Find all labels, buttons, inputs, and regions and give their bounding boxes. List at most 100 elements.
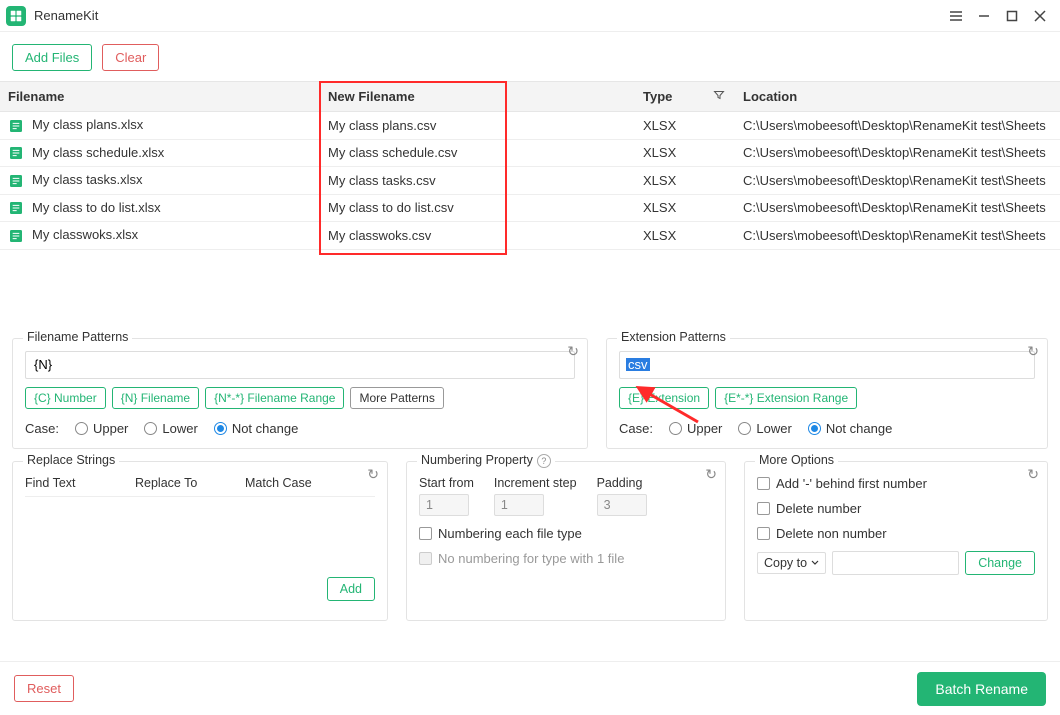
rs-col-match: Match Case <box>245 476 375 490</box>
cell-new-filename: My class schedule.csv <box>320 139 635 167</box>
cell-filename: My class tasks.xlsx <box>32 172 143 187</box>
col-type-label: Type <box>643 89 672 104</box>
replace-strings-panel: Replace Strings ↻ Find Text Replace To M… <box>12 461 388 621</box>
case-label: Case: <box>25 421 59 436</box>
no-numbering-1file-label: No numbering for type with 1 file <box>438 551 624 566</box>
col-filename[interactable]: Filename <box>0 82 320 112</box>
ext-case-notchange-radio[interactable]: Not change <box>808 421 893 436</box>
delete-non-number-checkbox[interactable] <box>757 527 770 540</box>
spreadsheet-icon <box>8 228 24 244</box>
close-button[interactable] <box>1026 3 1054 29</box>
refresh-icon[interactable]: ↻ <box>567 343 579 360</box>
case-notchange-radio[interactable]: Not change <box>214 421 299 436</box>
start-from-input[interactable] <box>419 494 469 516</box>
filter-icon[interactable] <box>713 89 725 104</box>
cell-location: C:\Users\mobeesoft\Desktop\RenameKit tes… <box>735 167 1060 195</box>
col-location[interactable]: Location <box>735 82 1060 112</box>
copy-to-select[interactable]: Copy to <box>757 552 826 574</box>
clear-button[interactable]: Clear <box>102 44 159 71</box>
increment-input[interactable] <box>494 494 544 516</box>
case-upper-radio[interactable]: Upper <box>75 421 128 436</box>
cell-type: XLSX <box>635 139 735 167</box>
numbering-each-type-checkbox[interactable] <box>419 527 432 540</box>
spreadsheet-icon <box>8 118 24 134</box>
cell-location: C:\Users\mobeesoft\Desktop\RenameKit tes… <box>735 194 1060 222</box>
file-table: Filename New Filename Type Location My c… <box>0 81 1060 250</box>
minimize-button[interactable] <box>970 3 998 29</box>
copy-to-path-input[interactable] <box>832 551 959 575</box>
rs-col-replace: Replace To <box>135 476 245 490</box>
ext-case-upper-radio[interactable]: Upper <box>669 421 722 436</box>
filename-pattern-input[interactable] <box>25 351 575 379</box>
refresh-icon[interactable]: ↻ <box>1027 466 1039 483</box>
toolbar: Add Files Clear <box>0 32 1060 81</box>
table-row[interactable]: My class plans.xlsxMy class plans.csvXLS… <box>0 112 1060 140</box>
app-logo-icon <box>6 6 26 26</box>
info-icon[interactable]: ? <box>537 454 551 468</box>
table-row[interactable]: My class tasks.xlsx My class tasks.csvXLS… <box>0 167 1060 195</box>
table-row[interactable]: My class to do list.xlsx My class to do l… <box>0 194 1060 222</box>
tag-c-number[interactable]: {C} Number <box>25 387 106 409</box>
cell-new-filename: My class tasks.csv <box>320 167 635 195</box>
batch-rename-button[interactable]: Batch Rename <box>917 672 1046 706</box>
col-type[interactable]: Type <box>635 82 735 112</box>
more-options-panel: More Options ↻ Add '-' behind first numb… <box>744 461 1048 621</box>
no-numbering-1file-checkbox[interactable] <box>419 552 432 565</box>
extension-value-selected: csv <box>626 358 650 371</box>
delete-non-number-label: Delete non number <box>776 526 887 541</box>
start-from-label: Start from <box>419 476 474 490</box>
spreadsheet-icon <box>8 145 24 161</box>
cell-type: XLSX <box>635 222 735 250</box>
reset-button[interactable]: Reset <box>14 675 74 702</box>
cell-location: C:\Users\mobeesoft\Desktop\RenameKit tes… <box>735 222 1060 250</box>
replace-list <box>25 497 375 577</box>
add-files-button[interactable]: Add Files <box>12 44 92 71</box>
extension-pattern-input[interactable]: csv <box>619 351 1035 379</box>
refresh-icon[interactable]: ↻ <box>705 466 717 483</box>
numbering-each-type-label: Numbering each file type <box>438 526 582 541</box>
delete-number-label: Delete number <box>776 501 861 516</box>
file-table-wrap: Filename New Filename Type Location My c… <box>0 81 1060 250</box>
hamburger-icon[interactable] <box>942 3 970 29</box>
ext-case-lower-radio[interactable]: Lower <box>738 421 791 436</box>
cell-filename: My class to do list.xlsx <box>32 200 161 215</box>
app-title: RenameKit <box>34 8 98 23</box>
cell-new-filename: My class plans.csv <box>320 112 635 140</box>
case-label-ext: Case: <box>619 421 653 436</box>
delete-number-checkbox[interactable] <box>757 502 770 515</box>
table-row[interactable]: My classwoks.xlsxMy classwoks.csvXLSXC:\… <box>0 222 1060 250</box>
refresh-icon[interactable]: ↻ <box>1027 343 1039 360</box>
replace-add-button[interactable]: Add <box>327 577 375 601</box>
rs-col-find: Find Text <box>25 476 135 490</box>
maximize-button[interactable] <box>998 3 1026 29</box>
padding-input[interactable] <box>597 494 647 516</box>
dash-first-label: Add '-' behind first number <box>776 476 927 491</box>
tag-n-filename[interactable]: {N} Filename <box>112 387 199 409</box>
extension-patterns-panel: Extension Patterns ↻ csv {E} Extension {… <box>606 338 1048 449</box>
cell-type: XLSX <box>635 194 735 222</box>
panel-title-filename-patterns: Filename Patterns <box>23 330 132 344</box>
cell-new-filename: My class to do list.csv <box>320 194 635 222</box>
numbering-panel: Numbering Property? ↻ Start from Increme… <box>406 461 726 621</box>
panel-title-ext-patterns: Extension Patterns <box>617 330 730 344</box>
dash-first-checkbox[interactable] <box>757 477 770 490</box>
spreadsheet-icon <box>8 173 24 189</box>
case-lower-radio[interactable]: Lower <box>144 421 197 436</box>
panel-title-numbering: Numbering Property? <box>417 453 555 468</box>
cell-type: XLSX <box>635 167 735 195</box>
change-path-button[interactable]: Change <box>965 551 1035 575</box>
cell-location: C:\Users\mobeesoft\Desktop\RenameKit tes… <box>735 139 1060 167</box>
panel-title-replace: Replace Strings <box>23 453 119 467</box>
tag-filename-range[interactable]: {N*-*} Filename Range <box>205 387 344 409</box>
tag-e-extension[interactable]: {E} Extension <box>619 387 709 409</box>
tag-extension-range[interactable]: {E*-*} Extension Range <box>715 387 857 409</box>
table-row[interactable]: My class schedule.xlsxMy class schedule.… <box>0 139 1060 167</box>
footer: Reset Batch Rename <box>0 661 1060 715</box>
col-new-filename[interactable]: New Filename <box>320 82 635 112</box>
titlebar: RenameKit <box>0 0 1060 32</box>
filename-patterns-panel: Filename Patterns ↻ {C} Number {N} Filen… <box>12 338 588 449</box>
more-patterns-button[interactable]: More Patterns <box>350 387 443 409</box>
cell-location: C:\Users\mobeesoft\Desktop\RenameKit tes… <box>735 112 1060 140</box>
refresh-icon[interactable]: ↻ <box>367 466 379 483</box>
increment-label: Increment step <box>494 476 577 490</box>
